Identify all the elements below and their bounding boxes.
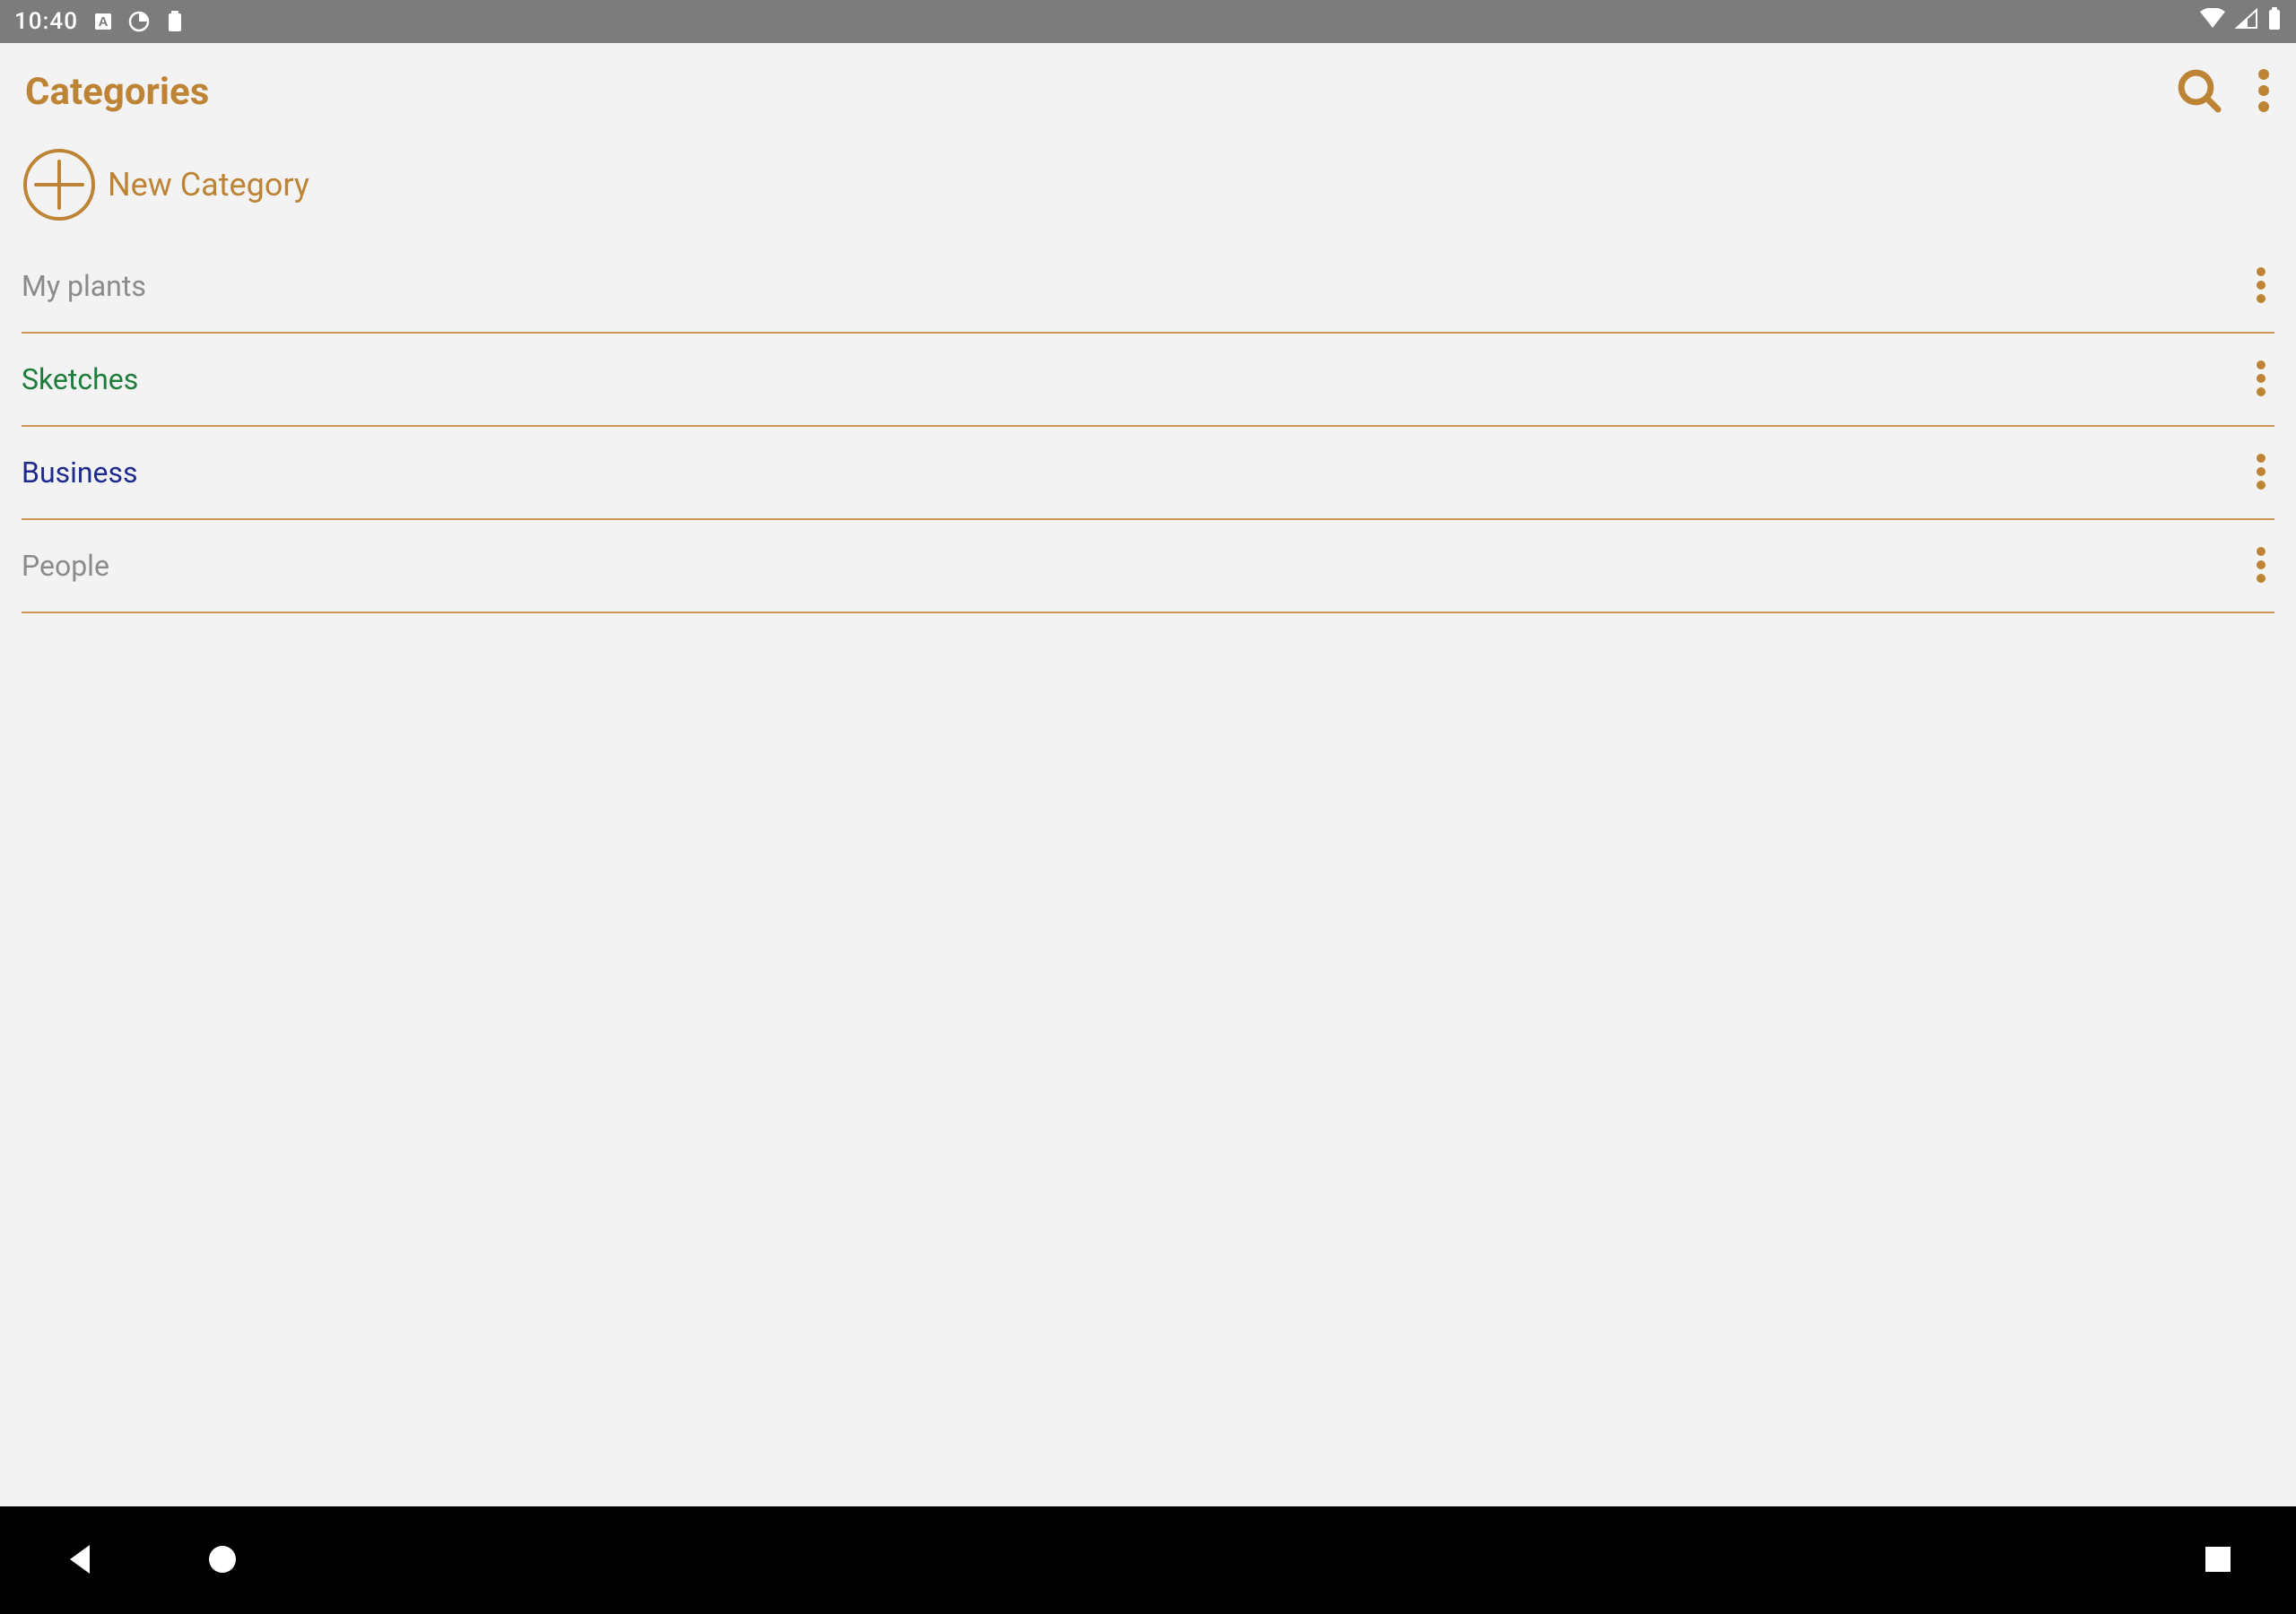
category-row[interactable]: Sketches — [22, 334, 2274, 427]
nav-back-button[interactable] — [63, 1541, 99, 1580]
home-circle-icon — [206, 1543, 239, 1578]
cellular-icon — [2235, 8, 2258, 36]
svg-text:A: A — [99, 14, 109, 30]
category-menu-button[interactable] — [2248, 258, 2274, 315]
status-app-icon-2 — [128, 11, 150, 32]
system-nav-bar — [0, 1506, 2296, 1614]
app-bar-actions — [2174, 65, 2271, 118]
wifi-icon — [2199, 8, 2226, 36]
new-category-label: New Category — [108, 166, 309, 204]
more-vert-icon — [2255, 265, 2267, 308]
status-bar: 10:40 A — [0, 0, 2296, 43]
search-icon — [2174, 65, 2224, 118]
more-vert-icon — [2255, 359, 2267, 401]
more-vert-icon — [2255, 452, 2267, 494]
status-app-icon-1: A — [92, 11, 114, 32]
app-bar: Categories — [0, 43, 2296, 140]
nav-recent-button[interactable] — [2203, 1544, 2233, 1577]
plus-circle-icon — [22, 147, 97, 222]
category-menu-button[interactable] — [2248, 351, 2274, 408]
category-row[interactable]: People — [22, 520, 2274, 613]
battery-icon — [2267, 7, 2282, 37]
new-category-button[interactable]: New Category — [0, 140, 2296, 240]
nav-left-group — [63, 1541, 239, 1580]
status-clock: 10:40 — [14, 8, 78, 35]
category-name: Business — [22, 456, 138, 490]
category-name: People — [22, 549, 109, 583]
category-menu-button[interactable] — [2248, 445, 2274, 501]
category-name: My plants — [22, 269, 146, 303]
category-name: Sketches — [22, 362, 138, 396]
more-vert-icon — [2255, 545, 2267, 587]
category-list: My plants Sketches — [0, 240, 2296, 613]
status-app-icon-3 — [164, 10, 186, 33]
status-right — [2199, 7, 2282, 37]
category-row[interactable]: My plants — [22, 240, 2274, 334]
overflow-menu-button[interactable] — [2257, 67, 2271, 117]
page-title: Categories — [25, 70, 209, 114]
search-button[interactable] — [2174, 65, 2224, 118]
category-row[interactable]: Business — [22, 427, 2274, 520]
status-left: 10:40 A — [14, 8, 186, 35]
recent-square-icon — [2203, 1544, 2233, 1577]
nav-home-button[interactable] — [206, 1543, 239, 1578]
back-triangle-icon — [63, 1541, 99, 1580]
category-menu-button[interactable] — [2248, 538, 2274, 594]
more-vert-icon — [2257, 67, 2271, 117]
